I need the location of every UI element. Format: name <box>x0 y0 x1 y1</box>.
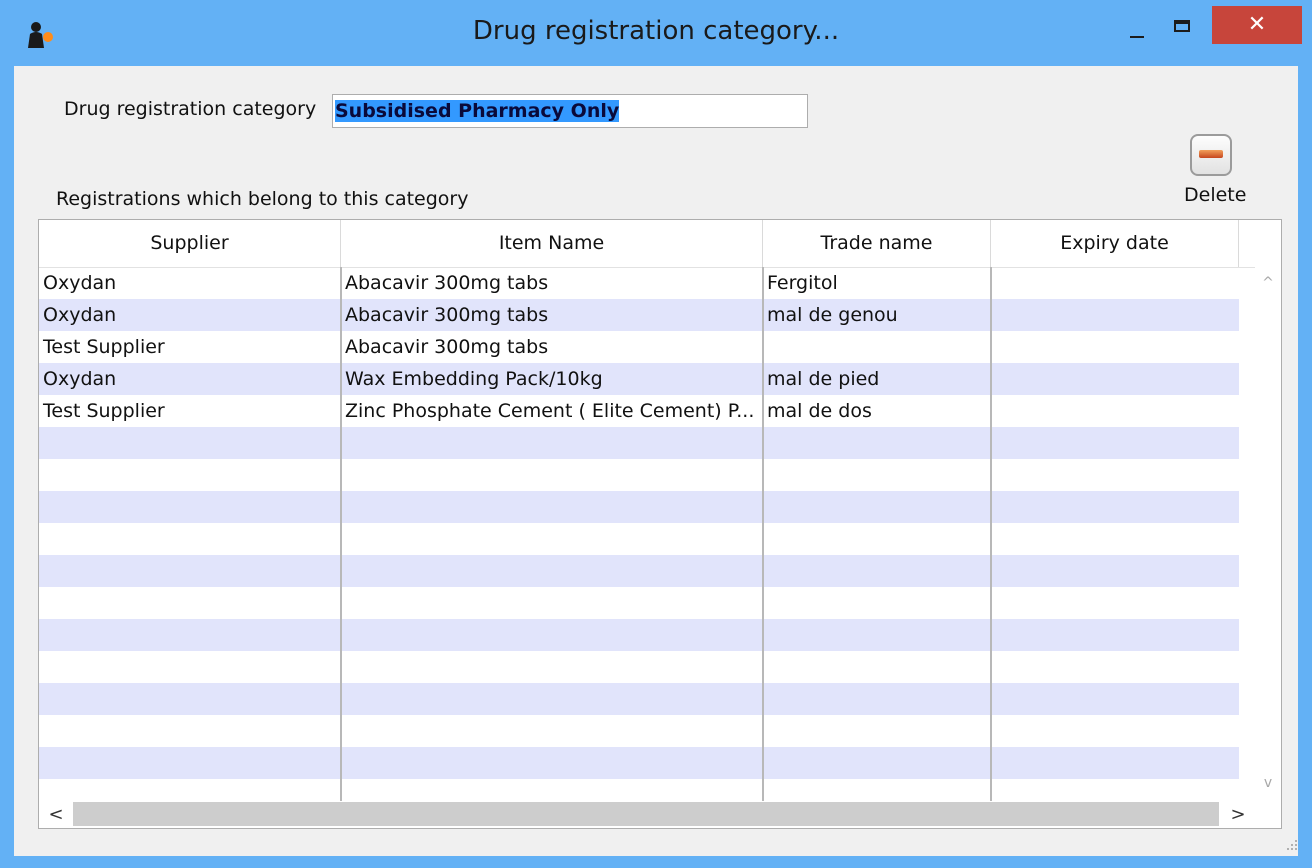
cell-trade-name: Fergitol <box>767 272 838 294</box>
title-bar[interactable]: Drug registration category... ✕ <box>0 0 1312 66</box>
category-label: Drug registration category <box>64 98 317 120</box>
close-button[interactable]: ✕ <box>1212 6 1302 44</box>
scroll-up-arrow-icon[interactable]: ^ <box>1255 275 1281 291</box>
scroll-left-arrow-icon[interactable]: < <box>41 801 71 828</box>
empty-row[interactable] <box>39 555 1239 587</box>
table-header: Supplier Item Name Trade name Expiry dat… <box>39 220 1255 268</box>
empty-row[interactable] <box>39 651 1239 683</box>
cell-trade-name: mal de dos <box>767 400 872 422</box>
delete-button[interactable]: Delete <box>1184 134 1247 210</box>
registrations-table[interactable]: Supplier Item Name Trade name Expiry dat… <box>38 219 1282 829</box>
cell-item-name: Zinc Phosphate Cement ( Elite Cement) P.… <box>345 400 755 422</box>
cell-item-name: Abacavir 300mg tabs <box>345 272 549 294</box>
column-header-trade-name[interactable]: Trade name <box>763 220 991 267</box>
cell-expiry-date <box>991 363 1239 395</box>
window-title: Drug registration category... <box>472 16 840 46</box>
table-row[interactable]: Test Supplier Zinc Phosphate Cement ( El… <box>39 395 1239 427</box>
cell-supplier: Oxydan <box>43 304 117 326</box>
empty-row[interactable] <box>39 491 1239 523</box>
table-row[interactable]: Test Supplier Abacavir 300mg tabs <box>39 331 1239 363</box>
minimize-button[interactable] <box>1118 14 1154 44</box>
vertical-scrollbar[interactable]: ^ v <box>1255 267 1281 801</box>
cell-trade-name: mal de pied <box>767 368 880 390</box>
cell-expiry-date <box>991 299 1239 331</box>
empty-row[interactable] <box>39 523 1239 555</box>
cell-supplier: Oxydan <box>43 272 117 294</box>
window: Drug registration category... ✕ Drug reg… <box>0 0 1312 868</box>
cell-expiry-date <box>991 395 1239 427</box>
cell-supplier: Oxydan <box>43 368 117 390</box>
delete-label: Delete <box>1184 184 1247 206</box>
empty-row[interactable] <box>39 715 1239 747</box>
column-divider <box>762 267 764 801</box>
table-row[interactable]: Oxydan Abacavir 300mg tabs mal de genou <box>39 299 1239 331</box>
cell-trade-name: mal de genou <box>767 304 898 326</box>
category-name-value: Subsidised Pharmacy Only <box>335 100 620 122</box>
empty-row[interactable] <box>39 779 1239 801</box>
column-divider <box>340 267 342 801</box>
empty-row[interactable] <box>39 587 1239 619</box>
cell-supplier: Test Supplier <box>43 336 165 358</box>
table-row[interactable]: Oxydan Wax Embedding Pack/10kg mal de pi… <box>39 363 1239 395</box>
column-header-item-name[interactable]: Item Name <box>341 220 763 267</box>
minus-icon <box>1190 134 1232 176</box>
empty-row[interactable] <box>39 619 1239 651</box>
resize-grip-icon[interactable] <box>1284 837 1298 851</box>
cell-trade-name <box>763 331 991 363</box>
table-row[interactable]: Oxydan Abacavir 300mg tabs Fergitol <box>39 267 1239 299</box>
cell-expiry-date <box>991 267 1239 299</box>
scroll-right-arrow-icon[interactable]: > <box>1223 801 1253 828</box>
empty-row[interactable] <box>39 683 1239 715</box>
horizontal-scrollbar[interactable]: < > <box>39 801 1255 828</box>
dialog-body: Drug registration category Subsidised Ph… <box>14 66 1298 856</box>
category-name-input[interactable]: Subsidised Pharmacy Only <box>332 94 808 128</box>
column-divider <box>990 267 992 801</box>
cell-item-name: Abacavir 300mg tabs <box>345 304 549 326</box>
column-header-supplier[interactable]: Supplier <box>39 220 341 267</box>
cell-expiry-date <box>991 331 1239 363</box>
cell-item-name: Abacavir 300mg tabs <box>345 336 549 358</box>
cell-item-name: Wax Embedding Pack/10kg <box>345 368 603 390</box>
maximize-button[interactable] <box>1162 12 1202 44</box>
empty-row[interactable] <box>39 427 1239 459</box>
registrations-label: Registrations which belong to this categ… <box>56 188 469 210</box>
empty-row[interactable] <box>39 747 1239 779</box>
horizontal-scroll-thumb[interactable] <box>73 802 1219 826</box>
cell-supplier: Test Supplier <box>43 400 165 422</box>
scroll-down-arrow-icon[interactable]: v <box>1255 775 1281 791</box>
column-header-expiry-date[interactable]: Expiry date <box>991 220 1239 267</box>
empty-row[interactable] <box>39 459 1239 491</box>
